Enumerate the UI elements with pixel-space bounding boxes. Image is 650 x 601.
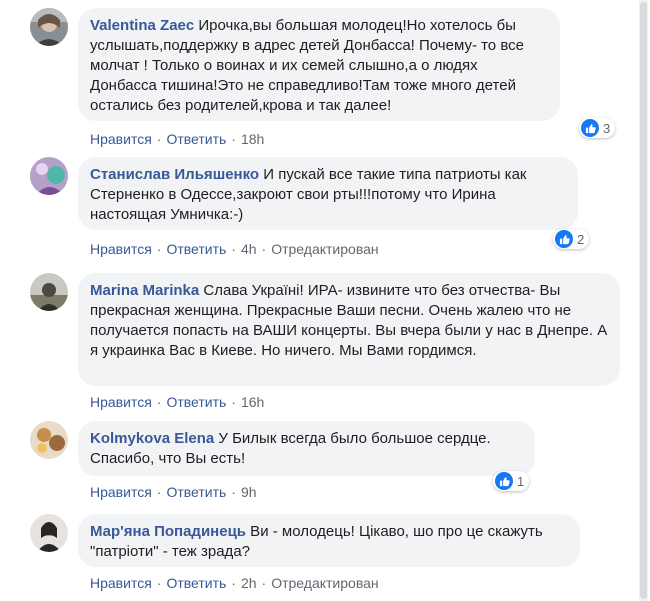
- like-thumb-icon: [581, 119, 599, 137]
- comment-bubble: Valentina Zaec Ирочка,вы большая молодец…: [78, 8, 560, 121]
- reply-link[interactable]: Ответить: [166, 241, 226, 257]
- timestamp[interactable]: 9h: [241, 484, 257, 500]
- reaction-number: 3: [603, 120, 611, 136]
- avatar[interactable]: [30, 157, 68, 195]
- avatar[interactable]: [30, 514, 68, 552]
- comment-actions: Нравится · Ответить · 4h · Отредактирован: [90, 241, 379, 257]
- comment-author[interactable]: Станислав Ильяшенко: [90, 166, 259, 183]
- reaction-number: 2: [577, 231, 585, 247]
- comment-bubble: Мар'яна Попадинець Ви - молодець! Цікаво…: [78, 514, 580, 567]
- avatar[interactable]: [30, 273, 68, 311]
- comment-actions: Нравится · Ответить · 9h: [90, 484, 257, 500]
- comment-bubble: Kolmykova Elena У Билык всегда было боль…: [78, 421, 535, 476]
- comment-author[interactable]: Marina Marinka: [90, 282, 199, 299]
- comment-bubble: Станислав Ильяшенко И пускай все такие т…: [78, 157, 578, 230]
- comment-bubble: Marina Marinka Слава Україні! ИРА- извин…: [78, 273, 620, 386]
- reply-link[interactable]: Ответить: [166, 131, 226, 147]
- scrollbar-thumb[interactable]: [640, 2, 647, 599]
- like-link[interactable]: Нравится: [90, 484, 152, 500]
- edited-label[interactable]: Отредактирован: [271, 575, 378, 591]
- avatar[interactable]: [30, 421, 68, 459]
- reply-link[interactable]: Ответить: [166, 575, 226, 591]
- reaction-count[interactable]: 2: [553, 229, 590, 249]
- reply-link[interactable]: Ответить: [166, 484, 226, 500]
- timestamp[interactable]: 18h: [241, 131, 264, 147]
- comment-actions: Нравится · Ответить · 16h: [90, 394, 265, 410]
- reaction-count[interactable]: 1: [493, 471, 530, 491]
- avatar[interactable]: [30, 8, 68, 46]
- comment-actions: Нравится · Ответить · 2h · Отредактирован: [90, 575, 379, 591]
- timestamp[interactable]: 2h: [241, 575, 257, 591]
- comment-author[interactable]: Мар'яна Попадинець: [90, 523, 246, 540]
- timestamp[interactable]: 4h: [241, 241, 257, 257]
- like-link[interactable]: Нравится: [90, 575, 152, 591]
- comment-author[interactable]: Kolmykova Elena: [90, 430, 214, 447]
- timestamp[interactable]: 16h: [241, 394, 264, 410]
- like-thumb-icon: [555, 230, 573, 248]
- like-link[interactable]: Нравится: [90, 241, 152, 257]
- like-link[interactable]: Нравится: [90, 394, 152, 410]
- like-link[interactable]: Нравится: [90, 131, 152, 147]
- edited-label[interactable]: Отредактирован: [271, 241, 378, 257]
- comment-actions: Нравится · Ответить · 18h: [90, 131, 265, 147]
- like-thumb-icon: [495, 472, 513, 490]
- comment-author[interactable]: Valentina Zaec: [90, 17, 194, 34]
- reply-link[interactable]: Ответить: [166, 394, 226, 410]
- reaction-count[interactable]: 3: [579, 118, 616, 138]
- reaction-number: 1: [517, 473, 525, 489]
